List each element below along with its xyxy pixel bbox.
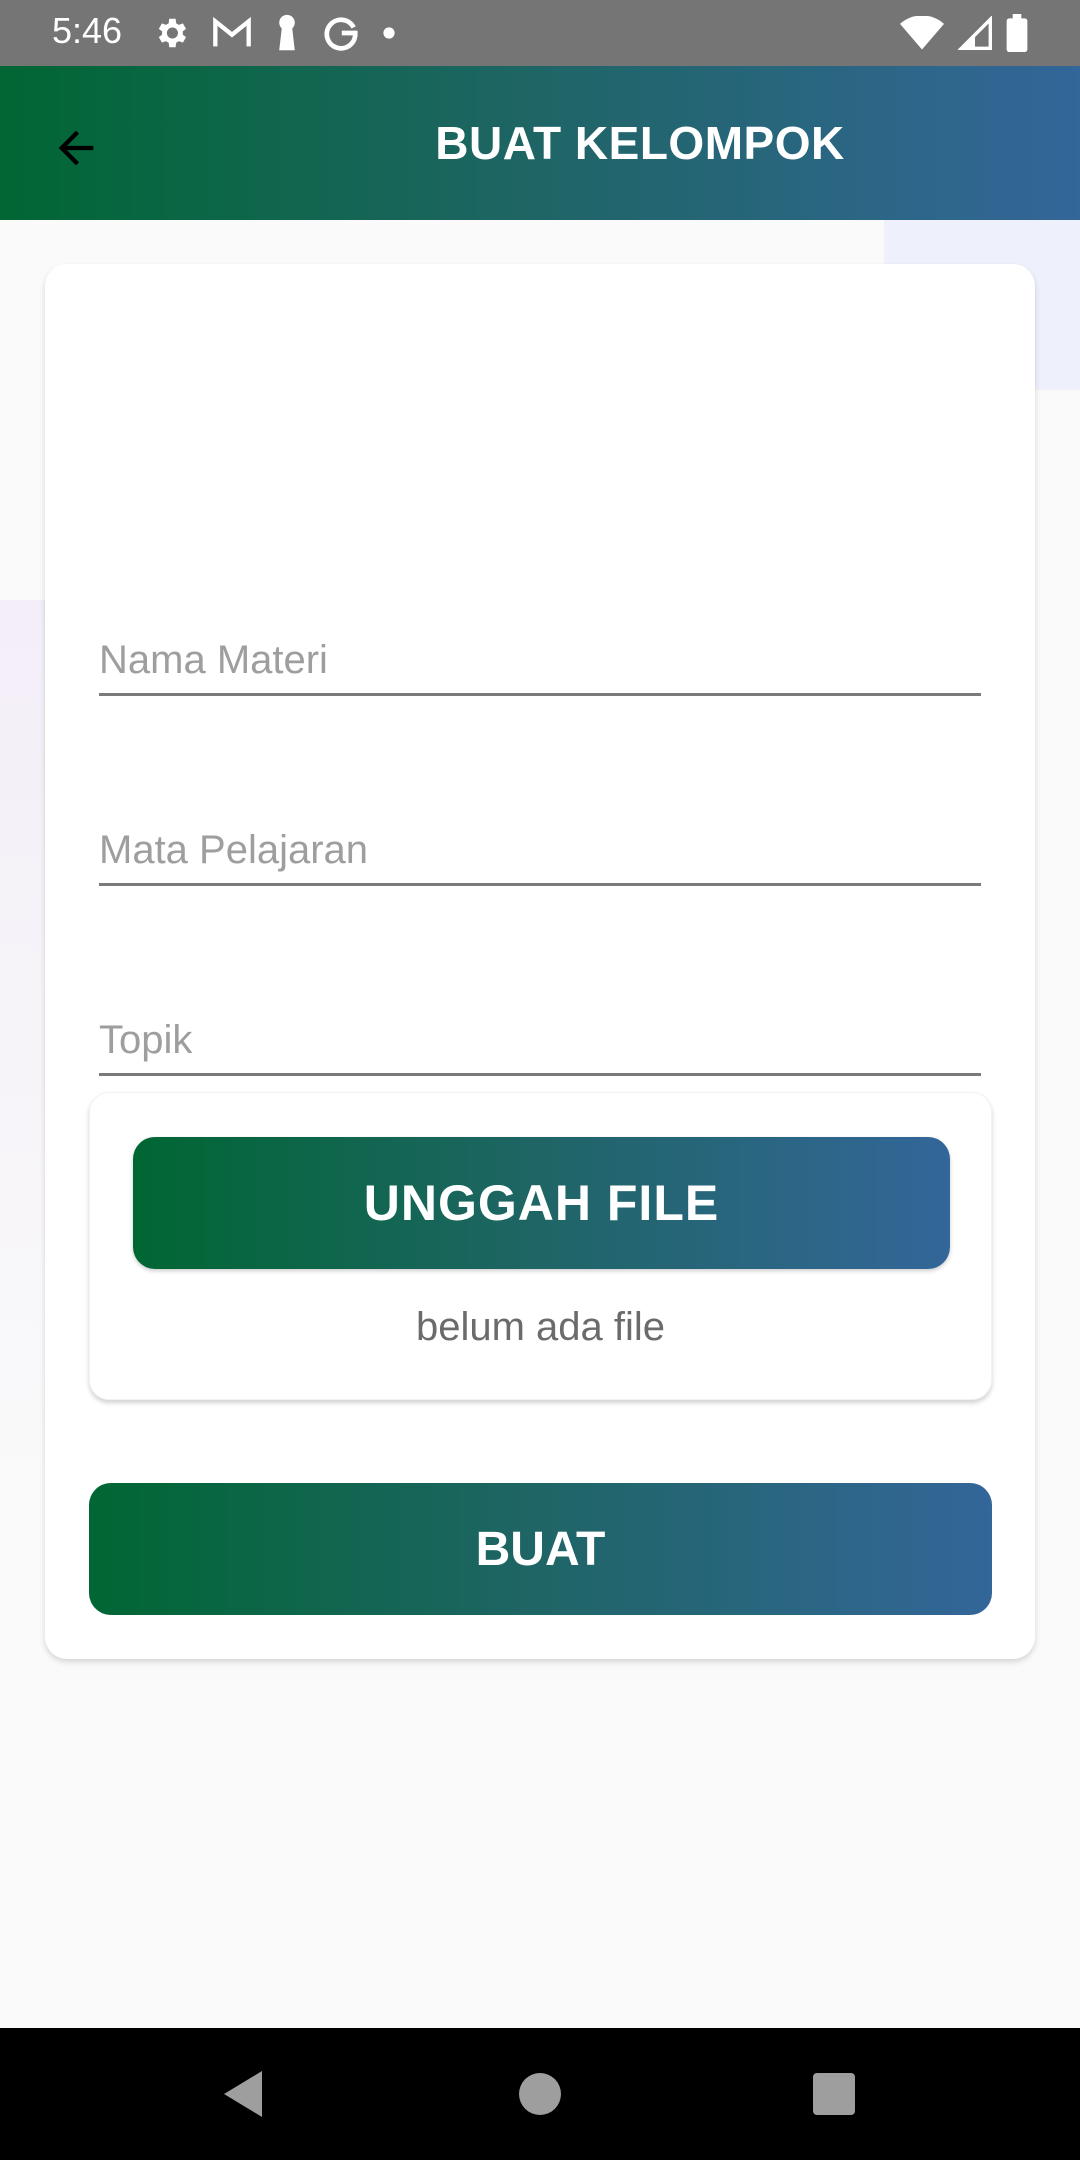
status-icons-left bbox=[152, 14, 396, 52]
nav-recent-icon bbox=[813, 2073, 855, 2115]
nav-recent-button[interactable] bbox=[806, 2066, 862, 2122]
topik-field bbox=[99, 980, 981, 1076]
mata-pelajaran-input[interactable] bbox=[99, 828, 981, 873]
nav-home-button[interactable] bbox=[512, 2066, 568, 2122]
mata-pelajaran-field bbox=[99, 790, 981, 886]
submit-button[interactable]: BUAT bbox=[89, 1483, 992, 1615]
upload-section: UNGGAH FILE belum ada file bbox=[89, 1092, 992, 1400]
page-title: BUAT KELOMPOK bbox=[435, 117, 845, 169]
nav-back-icon bbox=[224, 2071, 262, 2117]
nav-home-icon bbox=[519, 2073, 561, 2115]
upload-status-text: belum ada file bbox=[415, 1305, 666, 1349]
keyhole-icon bbox=[274, 14, 300, 52]
upload-file-button[interactable]: UNGGAH FILE bbox=[133, 1137, 950, 1269]
status-time: 5:46 bbox=[52, 10, 123, 51]
app-bar: BUAT KELOMPOK bbox=[0, 66, 1080, 220]
gear-icon bbox=[152, 14, 190, 52]
battery-icon bbox=[1006, 14, 1028, 52]
dot-icon bbox=[382, 26, 396, 40]
nama-materi-input[interactable] bbox=[99, 638, 981, 683]
form-card: UNGGAH FILE belum ada file BUAT bbox=[45, 264, 1035, 1659]
nama-materi-field bbox=[99, 600, 981, 696]
gmail-icon bbox=[212, 16, 252, 50]
status-bar: 5:46 bbox=[0, 0, 1080, 66]
nav-back-button[interactable] bbox=[216, 2066, 272, 2122]
navigation-bar bbox=[0, 2028, 1080, 2160]
wifi-icon bbox=[900, 16, 944, 50]
signal-icon bbox=[958, 16, 992, 50]
google-icon bbox=[322, 14, 360, 52]
topik-input[interactable] bbox=[99, 1018, 981, 1063]
status-icons-right bbox=[900, 14, 1028, 52]
